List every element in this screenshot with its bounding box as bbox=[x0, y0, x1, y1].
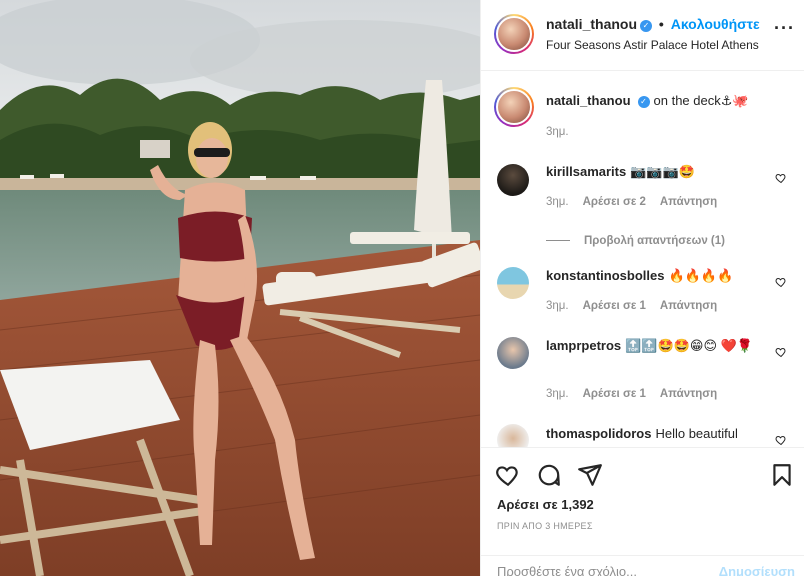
comment-avatar[interactable] bbox=[497, 337, 529, 369]
verified-badge-icon: ✓ bbox=[640, 20, 653, 32]
add-comment-bar: Δημοσίευση bbox=[481, 555, 804, 576]
caption-username[interactable]: natali_thanou bbox=[546, 93, 631, 108]
comment: lamprpetros 🔝🔝🤩🤩😁😊 ❤️🌹 bbox=[546, 337, 766, 355]
comment-like-heart-icon[interactable] bbox=[775, 276, 787, 288]
header-separator: • bbox=[658, 16, 664, 32]
comment-reply-button[interactable]: Απάντηση bbox=[660, 388, 717, 400]
share-send-icon[interactable] bbox=[577, 462, 603, 488]
caption-verified-badge-icon: ✓ bbox=[637, 96, 650, 108]
comment-username[interactable]: thomaspolidoros bbox=[546, 426, 651, 441]
post-timestamp[interactable]: ΠΡΙΝ ΑΠΟ 3 ΗΜΕΡΕΣ bbox=[497, 521, 593, 531]
comment-meta: 3ημ. Αρέσει σε 2 Απάντηση bbox=[546, 196, 731, 208]
post-photo-illustration bbox=[0, 0, 480, 576]
like-heart-icon[interactable] bbox=[495, 462, 521, 488]
comment: kirillsamarits 📷📷📷🤩 bbox=[546, 163, 766, 181]
comment-time[interactable]: 3ημ. bbox=[546, 196, 569, 208]
comment-like-heart-icon[interactable] bbox=[775, 172, 787, 184]
comment-meta: 3ημ. Αρέσει σε 1 Απάντηση bbox=[546, 300, 731, 312]
comment-text: Hello beautiful bbox=[655, 426, 738, 441]
caption-text: on the deck⚓🐙 bbox=[653, 93, 749, 108]
caption-author-avatar[interactable] bbox=[494, 87, 534, 127]
post-header: natali_thanou ✓ • Ακολουθήστε Four Season… bbox=[481, 0, 804, 71]
comment-meta: 3ημ. Αρέσει σε 1 Απάντηση bbox=[546, 388, 731, 400]
comment-likes[interactable]: Αρέσει σε 2 bbox=[583, 196, 646, 208]
caption-time[interactable]: 3ημ. bbox=[546, 126, 569, 138]
comment-time[interactable]: 3ημ. bbox=[546, 388, 569, 400]
comment: thomaspolidoros Hello beautiful bbox=[546, 425, 766, 443]
comment-input[interactable] bbox=[497, 564, 717, 576]
comment-like-heart-icon[interactable] bbox=[775, 346, 787, 358]
post-photo[interactable] bbox=[0, 0, 480, 576]
comment-text: 🔥🔥🔥🔥 bbox=[668, 268, 734, 283]
comment-avatar[interactable] bbox=[497, 164, 529, 196]
comment-reply-button[interactable]: Απάντηση bbox=[660, 300, 717, 312]
comment-username[interactable]: kirillsamarits bbox=[546, 164, 626, 179]
comment-text: 🔝🔝🤩🤩😁😊 ❤️🌹 bbox=[625, 338, 753, 353]
post-comment-button[interactable]: Δημοσίευση bbox=[719, 564, 795, 576]
post-side-panel: natali_thanou ✓ • Ακολουθήστε Four Season… bbox=[480, 0, 804, 576]
follow-button[interactable]: Ακολουθήστε bbox=[671, 16, 760, 32]
comment-bubble-icon[interactable] bbox=[536, 462, 562, 488]
comment-reply-button[interactable]: Απάντηση bbox=[660, 196, 717, 208]
comments-list[interactable]: natali_thanou ✓ on the deck⚓🐙 3ημ. kirills… bbox=[481, 71, 804, 447]
location-link[interactable]: Four Seasons Astir Palace Hotel Athens bbox=[546, 38, 759, 52]
caption: natali_thanou ✓ on the deck⚓🐙 bbox=[546, 92, 766, 110]
ellipsis-icon[interactable]: ··· bbox=[774, 18, 795, 39]
comment-avatar[interactable] bbox=[497, 424, 529, 447]
comment-username[interactable]: konstantinosbolles bbox=[546, 268, 664, 283]
comment-likes[interactable]: Αρέσει σε 1 bbox=[583, 300, 646, 312]
author-avatar[interactable] bbox=[494, 14, 534, 54]
post-actions: Αρέσει σε 1,392 ΠΡΙΝ ΑΠΟ 3 ΗΜΕΡΕΣ bbox=[481, 447, 804, 547]
comment: konstantinosbolles 🔥🔥🔥🔥 bbox=[546, 267, 766, 285]
comment-time[interactable]: 3ημ. bbox=[546, 300, 569, 312]
comment-like-heart-icon[interactable] bbox=[775, 434, 787, 446]
comment-likes[interactable]: Αρέσει σε 1 bbox=[583, 388, 646, 400]
comment-text: 📷📷📷🤩 bbox=[630, 164, 695, 179]
likes-count[interactable]: Αρέσει σε 1,392 bbox=[497, 497, 594, 512]
author-line: natali_thanou ✓ • Ακολουθήστε bbox=[546, 16, 760, 32]
view-replies-button[interactable]: Προβολή απαντήσεων (1) bbox=[546, 235, 725, 247]
author-username[interactable]: natali_thanou bbox=[546, 16, 637, 32]
comment-avatar[interactable] bbox=[497, 267, 529, 299]
save-bookmark-icon[interactable] bbox=[769, 462, 795, 488]
caption-meta: 3ημ. bbox=[546, 126, 583, 138]
comment-username[interactable]: lamprpetros bbox=[546, 338, 621, 353]
instagram-post-dialog: natali_thanou ✓ • Ακολουθήστε Four Season… bbox=[0, 0, 804, 576]
